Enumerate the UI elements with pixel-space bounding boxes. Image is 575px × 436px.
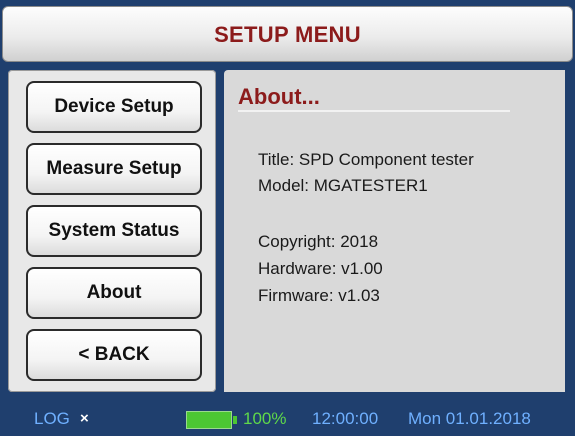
device-setup-label: Device Setup — [54, 96, 174, 117]
about-panel: About... Title: SPD Component tester Mod… — [224, 70, 565, 392]
clock-time: 12:00:00 — [312, 409, 379, 428]
device-screen: SETUP MENU Device Setup Measure Setup Sy… — [0, 0, 575, 436]
model-info: Model: MGATESTER1 — [258, 176, 428, 195]
back-button[interactable]: < BACK — [26, 329, 202, 381]
firmware-info: Firmware: v1.03 — [258, 286, 380, 305]
status-bar: LOG × 100% 12:00:00 Mon 01.01.2018 — [0, 402, 575, 436]
measure-setup-button[interactable]: Measure Setup — [26, 143, 202, 195]
system-status-label: System Status — [48, 220, 180, 241]
device-setup-button[interactable]: Device Setup — [26, 81, 202, 133]
heading-underline — [238, 110, 510, 112]
system-status-button[interactable]: System Status — [26, 205, 202, 257]
log-label: LOG — [34, 409, 70, 428]
sidebar-menu: Device Setup Measure Setup System Status… — [8, 70, 216, 392]
about-heading: About... — [238, 84, 320, 109]
battery-tip — [233, 416, 237, 424]
title-info: Title: SPD Component tester — [258, 150, 474, 169]
back-label: < BACK — [78, 344, 150, 365]
close-icon[interactable]: × — [80, 410, 89, 427]
copyright-info: Copyright: 2018 — [258, 232, 379, 251]
battery-level: 100% — [243, 409, 287, 428]
header-bar: SETUP MENU — [2, 6, 573, 62]
about-button[interactable]: About — [26, 267, 202, 319]
clock-date: Mon 01.01.2018 — [408, 409, 531, 428]
hardware-info: Hardware: v1.00 — [258, 259, 383, 278]
battery-icon — [186, 411, 232, 429]
about-label: About — [86, 282, 142, 303]
page-title: SETUP MENU — [214, 22, 361, 47]
measure-setup-label: Measure Setup — [46, 158, 182, 179]
